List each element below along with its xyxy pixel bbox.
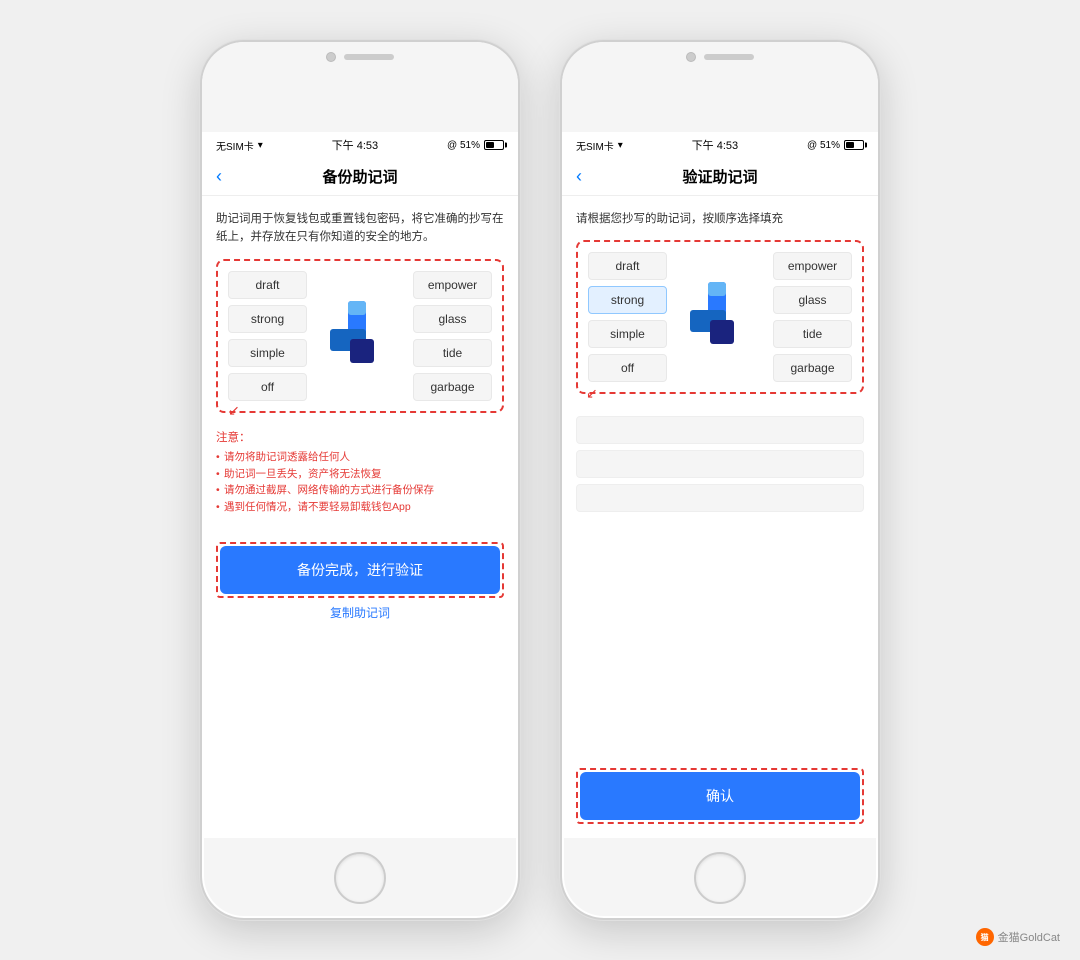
screen-content-verify: 请根据您抄写的助记词，按顺序选择填充 draft strong simple o… bbox=[562, 196, 878, 838]
word-simple-v[interactable]: simple bbox=[588, 320, 667, 348]
copy-link[interactable]: 复制助记词 bbox=[216, 604, 504, 621]
slot-row-3[interactable] bbox=[576, 484, 864, 512]
nav-title-verify: 验证助记词 bbox=[682, 166, 757, 187]
warning-section: 注意： 请勿将助记词透露给任何人 助记词一旦丢失，资产将无法恢复 请勿通过截屏、… bbox=[216, 429, 504, 516]
watermark: 猫 金猫GoldCat bbox=[976, 928, 1060, 946]
battery-icon bbox=[484, 140, 504, 150]
nav-bar-verify: ‹ 验证助记词 bbox=[562, 158, 878, 196]
battery-icon-verify bbox=[844, 140, 864, 150]
warning-1: 请勿将助记词透露给任何人 bbox=[216, 449, 504, 466]
signal: @ 51% bbox=[447, 140, 480, 151]
phone-backup: 无SIM卡 ▾ 下午 4:53 @ 51% ‹ 备份助记词 助记词用于恢复钱包或… bbox=[200, 40, 520, 920]
carrier: 无SIM卡 bbox=[216, 138, 254, 153]
empty-slots bbox=[576, 416, 864, 512]
home-button-verify[interactable] bbox=[694, 852, 746, 904]
warning-3: 请勿通过截屏、网络传输的方式进行备份保存 bbox=[216, 482, 504, 499]
front-camera bbox=[326, 52, 336, 62]
mnemonic-grid: draft strong simple off bbox=[228, 271, 492, 401]
watermark-logo: 猫 bbox=[976, 928, 994, 946]
corner-arrow-verify: ↙ bbox=[586, 385, 598, 402]
logo-area-verify bbox=[675, 252, 765, 382]
verify-description: 请根据您抄写的助记词，按顺序选择填充 bbox=[576, 210, 864, 228]
word-garbage-v[interactable]: garbage bbox=[773, 354, 852, 382]
page-wrapper: 无SIM卡 ▾ 下午 4:53 @ 51% ‹ 备份助记词 助记词用于恢复钱包或… bbox=[0, 0, 1080, 960]
app-logo-verify bbox=[680, 272, 760, 362]
word-garbage: garbage bbox=[413, 373, 492, 401]
mnemonic-card-verify: draft strong simple off bbox=[576, 240, 864, 394]
speaker-verify bbox=[704, 54, 754, 60]
warning-2: 助记词一旦丢失，资产将无法恢复 bbox=[216, 466, 504, 483]
front-camera-verify bbox=[686, 52, 696, 62]
word-off-v[interactable]: off bbox=[588, 354, 667, 382]
signal-verify: @ 51% bbox=[807, 140, 840, 151]
nav-title-backup: 备份助记词 bbox=[322, 166, 397, 187]
mnemonic-grid-verify: draft strong simple off bbox=[588, 252, 852, 382]
word-tide: tide bbox=[413, 339, 492, 367]
screen-backup: 无SIM卡 ▾ 下午 4:53 @ 51% ‹ 备份助记词 助记词用于恢复钱包或… bbox=[202, 132, 518, 838]
word-strong-v[interactable]: strong bbox=[588, 286, 667, 314]
carrier-verify: 无SIM卡 bbox=[576, 138, 614, 153]
wifi-icon-verify: ▾ bbox=[618, 140, 623, 151]
back-button-verify[interactable]: ‹ bbox=[576, 166, 582, 187]
word-draft: draft bbox=[228, 271, 307, 299]
home-button-backup[interactable] bbox=[334, 852, 386, 904]
word-draft-v[interactable]: draft bbox=[588, 252, 667, 280]
status-right-verify: @ 51% bbox=[807, 140, 864, 151]
word-tide-v[interactable]: tide bbox=[773, 320, 852, 348]
button-dashed-box: 备份完成，进行验证 bbox=[216, 542, 504, 598]
button-dashed-box-verify: 确认 bbox=[576, 768, 864, 824]
phone-verify: 无SIM卡 ▾ 下午 4:53 @ 51% ‹ 验证助记词 请根据您抄写的助记词… bbox=[560, 40, 880, 920]
mnemonic-card-backup: draft strong simple off bbox=[216, 259, 504, 413]
word-strong: strong bbox=[228, 305, 307, 333]
slot-row-2[interactable] bbox=[576, 450, 864, 478]
status-time: 下午 4:53 bbox=[332, 137, 378, 153]
phone-home-verify bbox=[562, 838, 878, 918]
backup-description: 助记词用于恢复钱包或重置钱包密码，将它准确的抄写在纸上，并存放在只有你知道的安全… bbox=[216, 210, 504, 247]
status-time-verify: 下午 4:53 bbox=[692, 137, 738, 153]
verify-confirm-button[interactable]: 确认 bbox=[580, 772, 860, 820]
words-left-verify: draft strong simple off bbox=[588, 252, 667, 382]
word-simple: simple bbox=[228, 339, 307, 367]
warning-title: 注意： bbox=[216, 429, 504, 445]
word-glass: glass bbox=[413, 305, 492, 333]
word-glass-v[interactable]: glass bbox=[773, 286, 852, 314]
warning-4: 遇到任何情况，请不要轻易卸载钱包App bbox=[216, 499, 504, 516]
camera-area bbox=[326, 52, 394, 62]
nav-bar-backup: ‹ 备份助记词 bbox=[202, 158, 518, 196]
slot-row-1[interactable] bbox=[576, 416, 864, 444]
phone-top-verify bbox=[562, 42, 878, 132]
word-off: off bbox=[228, 373, 307, 401]
word-empower: empower bbox=[413, 271, 492, 299]
watermark-text: 金猫GoldCat bbox=[998, 929, 1060, 945]
words-right: empower glass tide garbage bbox=[413, 271, 492, 401]
words-right-verify: empower glass tide garbage bbox=[773, 252, 852, 382]
words-left: draft strong simple off bbox=[228, 271, 307, 401]
wifi-icon: ▾ bbox=[258, 140, 263, 151]
status-right: @ 51% bbox=[447, 140, 504, 151]
word-empower-v[interactable]: empower bbox=[773, 252, 852, 280]
camera-area-verify bbox=[686, 52, 754, 62]
status-bar-backup: 无SIM卡 ▾ 下午 4:53 @ 51% bbox=[202, 132, 518, 158]
status-bar-verify: 无SIM卡 ▾ 下午 4:53 @ 51% bbox=[562, 132, 878, 158]
logo-area bbox=[315, 271, 405, 401]
backup-confirm-button[interactable]: 备份完成，进行验证 bbox=[220, 546, 500, 594]
phone-home-backup bbox=[202, 838, 518, 918]
app-logo bbox=[320, 291, 400, 381]
screen-content-backup: 助记词用于恢复钱包或重置钱包密码，将它准确的抄写在纸上，并存放在只有你知道的安全… bbox=[202, 196, 518, 838]
speaker bbox=[344, 54, 394, 60]
status-left-verify: 无SIM卡 ▾ bbox=[576, 138, 623, 153]
screen-verify: 无SIM卡 ▾ 下午 4:53 @ 51% ‹ 验证助记词 请根据您抄写的助记词… bbox=[562, 132, 878, 838]
back-button-backup[interactable]: ‹ bbox=[216, 166, 222, 187]
corner-arrow-backup: ↙ bbox=[228, 402, 240, 419]
phone-top-backup bbox=[202, 42, 518, 132]
status-left: 无SIM卡 ▾ bbox=[216, 138, 263, 153]
